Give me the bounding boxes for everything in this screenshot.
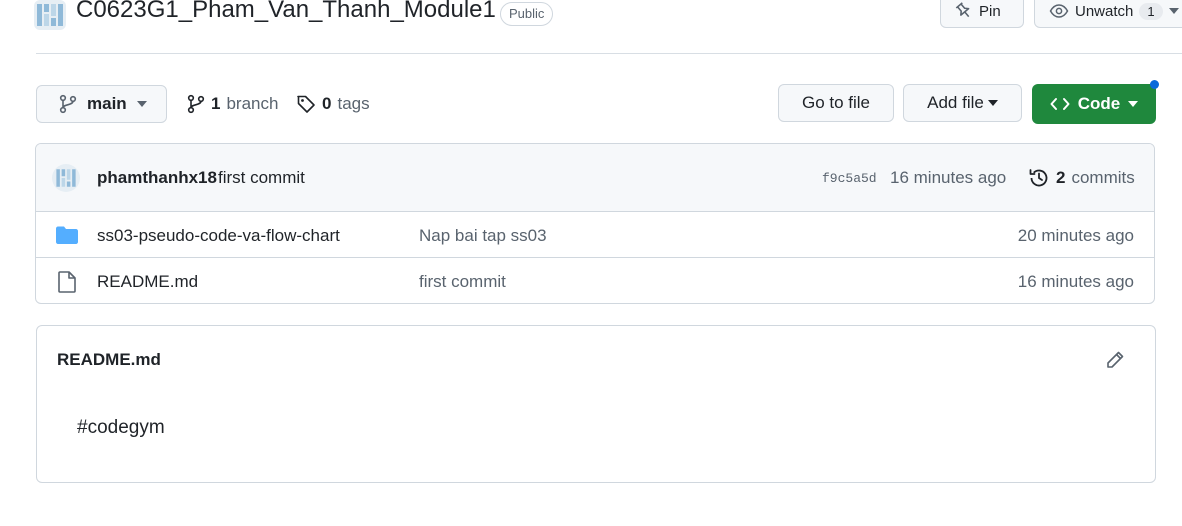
branches-link[interactable]: 1 branch bbox=[187, 94, 278, 114]
commit-message[interactable]: first commit bbox=[218, 168, 305, 188]
visibility-badge: Public bbox=[500, 2, 554, 26]
tag-count: 0 bbox=[322, 94, 332, 113]
readme-panel: README.md #codegym bbox=[36, 325, 1156, 483]
watch-count: 1 bbox=[1139, 2, 1163, 20]
chevron-down-icon bbox=[987, 100, 998, 106]
folder-icon bbox=[56, 226, 78, 244]
file-time: 16 minutes ago bbox=[1017, 272, 1134, 291]
unwatch-label: Unwatch bbox=[1075, 2, 1134, 20]
latest-commit-row: phamthanhx18 first commit f9c5a5d 16 min… bbox=[36, 144, 1154, 212]
chevron-down-icon bbox=[136, 101, 147, 107]
add-file-label: Add file bbox=[927, 93, 984, 112]
file-commit-message[interactable]: first commit bbox=[419, 272, 506, 292]
branch-selector[interactable]: main bbox=[36, 85, 167, 123]
tag-word: tags bbox=[337, 94, 370, 113]
pin-button[interactable]: Pin bbox=[940, 0, 1024, 28]
file-commit-message[interactable]: Nap bai tap ss03 bbox=[419, 226, 547, 246]
commit-author[interactable]: phamthanhx18 bbox=[97, 168, 217, 188]
branch-word: branch bbox=[226, 94, 279, 113]
go-to-file-button[interactable]: Go to file bbox=[778, 84, 894, 122]
commit-word: commits bbox=[1071, 168, 1135, 187]
file-time: 20 minutes ago bbox=[1017, 226, 1134, 245]
file-row[interactable]: README.md first commit 16 minutes ago bbox=[36, 258, 1154, 303]
commit-sha[interactable]: f9c5a5d bbox=[822, 171, 877, 186]
repo-avatar[interactable] bbox=[34, 0, 66, 30]
file-icon bbox=[58, 271, 76, 293]
commit-count: 2 bbox=[1056, 168, 1066, 187]
commit-time: 16 minutes ago bbox=[890, 168, 1007, 187]
code-button[interactable]: Code bbox=[1032, 84, 1156, 124]
branch-icon bbox=[187, 94, 205, 114]
readme-title[interactable]: README.md bbox=[57, 350, 161, 370]
notification-dot bbox=[1150, 80, 1159, 89]
file-name[interactable]: ss03-pseudo-code-va-flow-chart bbox=[97, 226, 340, 246]
branch-icon bbox=[59, 94, 77, 114]
unwatch-button[interactable]: Unwatch 1 bbox=[1034, 0, 1182, 28]
branch-name: main bbox=[87, 94, 127, 113]
code-label: Code bbox=[1077, 94, 1121, 113]
pin-icon bbox=[955, 2, 973, 20]
branch-count: 1 bbox=[211, 94, 221, 113]
file-row[interactable]: ss03-pseudo-code-va-flow-chart Nap bai t… bbox=[36, 212, 1154, 258]
go-to-file-label: Go to file bbox=[801, 93, 871, 112]
eye-icon bbox=[1049, 3, 1069, 19]
readme-content: #codegym bbox=[77, 417, 165, 438]
pin-label: Pin bbox=[979, 2, 1001, 20]
history-icon bbox=[1028, 167, 1050, 189]
commits-link[interactable]: 2 commits bbox=[1028, 167, 1135, 189]
tags-link[interactable]: 0 tags bbox=[296, 94, 370, 114]
author-avatar[interactable] bbox=[52, 164, 80, 192]
file-name[interactable]: README.md bbox=[97, 272, 198, 292]
tag-icon bbox=[296, 94, 316, 114]
edit-pencil-icon[interactable] bbox=[1105, 350, 1125, 370]
header-divider bbox=[36, 53, 1182, 54]
code-icon bbox=[1050, 97, 1070, 111]
chevron-down-icon bbox=[1128, 101, 1139, 107]
file-listing: phamthanhx18 first commit f9c5a5d 16 min… bbox=[35, 143, 1155, 304]
add-file-button[interactable]: Add file bbox=[903, 84, 1022, 122]
chevron-down-icon bbox=[1168, 8, 1179, 14]
repo-title[interactable]: C0623G1_Pham_Van_Thanh_Module1 bbox=[76, 0, 496, 24]
